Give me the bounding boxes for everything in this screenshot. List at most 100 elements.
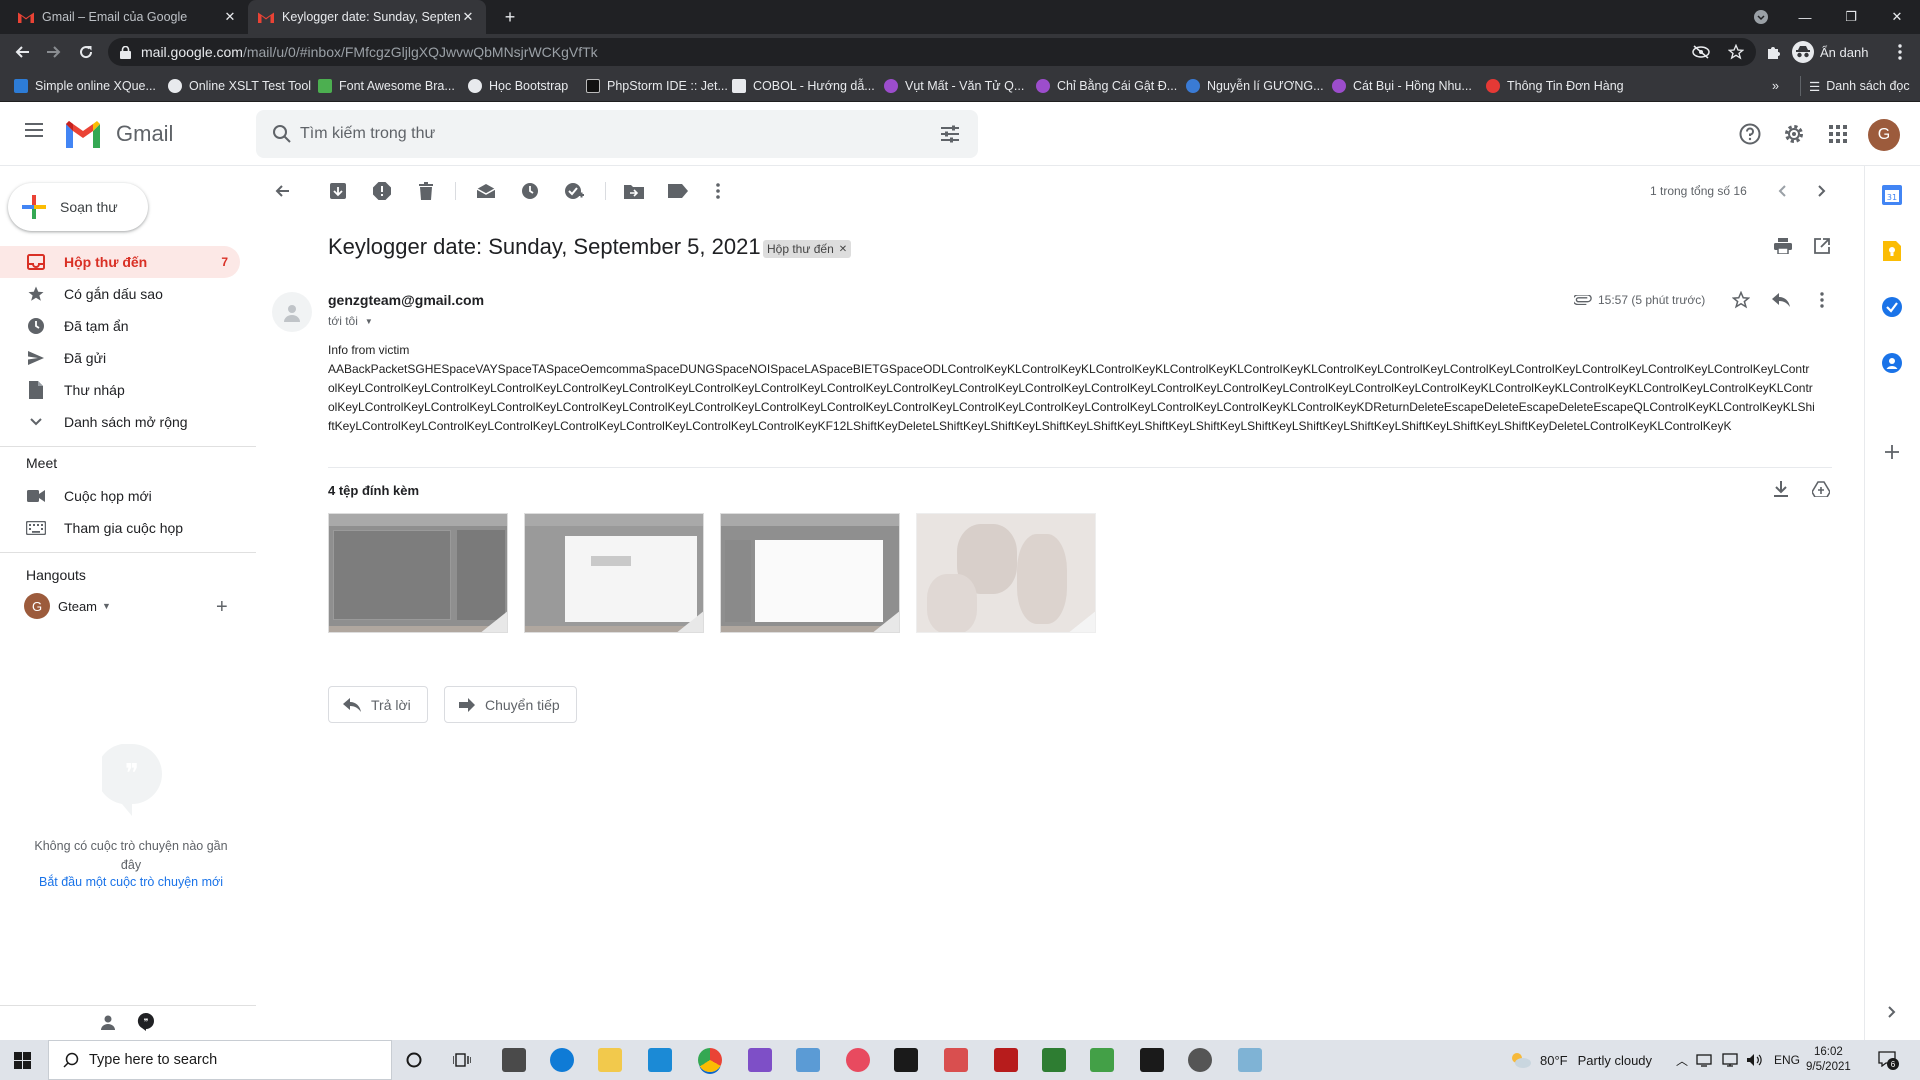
sidebar-item-snoozed[interactable]: Đã tạm ẩn bbox=[0, 310, 240, 342]
forward-icon[interactable] bbox=[42, 40, 66, 64]
star-message-icon[interactable] bbox=[1732, 291, 1750, 309]
sender-avatar[interactable] bbox=[272, 292, 312, 332]
restore-button[interactable]: ❐ bbox=[1828, 0, 1874, 34]
taskbar-security-shield-icon[interactable] bbox=[1140, 1048, 1164, 1072]
mark-unread-icon[interactable] bbox=[474, 179, 498, 203]
taskbar-chrome-icon[interactable] bbox=[698, 1048, 722, 1072]
taskbar-app-icon[interactable] bbox=[1238, 1048, 1262, 1072]
bookmark-item[interactable]: Online XSLT Test Tool bbox=[168, 76, 311, 96]
search-options-icon[interactable] bbox=[940, 125, 960, 143]
taskbar-terminal-icon[interactable] bbox=[894, 1048, 918, 1072]
taskbar-clock[interactable]: 16:02 9/5/2021 bbox=[1806, 1040, 1851, 1080]
archive-icon[interactable] bbox=[326, 179, 350, 203]
tray-volume-icon[interactable] bbox=[1746, 1040, 1762, 1080]
tab-keylogger[interactable]: Keylogger date: Sunday, Septem ✕ bbox=[248, 0, 486, 34]
search-icon[interactable] bbox=[272, 124, 292, 144]
bookmark-item[interactable]: COBOL - Hướng dẫ... bbox=[732, 76, 875, 96]
bookmarks-overflow-button[interactable]: » bbox=[1772, 76, 1779, 96]
get-addons-plus-icon[interactable] bbox=[1880, 440, 1904, 464]
taskbar-tools-icon[interactable] bbox=[796, 1048, 820, 1072]
bookmark-star-icon[interactable] bbox=[1728, 44, 1744, 60]
bookmark-item[interactable]: Nguyễn lí GƯƠNG... bbox=[1186, 76, 1324, 96]
sidebar-item-drafts[interactable]: Thư nháp bbox=[0, 374, 240, 406]
forward-button[interactable]: Chuyển tiếp bbox=[444, 686, 577, 723]
report-spam-icon[interactable] bbox=[370, 179, 394, 203]
inbox-label-chip[interactable]: Hộp thư đến ✕ bbox=[763, 240, 852, 258]
taskbar-app-icon[interactable] bbox=[944, 1048, 968, 1072]
cortana-circle-icon[interactable] bbox=[406, 1052, 422, 1068]
bookmark-item[interactable]: Học Bootstrap bbox=[468, 76, 568, 96]
meet-join-meeting[interactable]: Tham gia cuộc họp bbox=[0, 512, 240, 544]
move-to-folder-icon[interactable] bbox=[622, 179, 646, 203]
incognito-profile[interactable]: Ẩn danh bbox=[1792, 39, 1868, 65]
chrome-menu-icon[interactable] bbox=[1888, 40, 1912, 64]
taskbar-edge-icon[interactable] bbox=[550, 1048, 574, 1072]
bookmark-item[interactable]: Thông Tin Đơn Hàng bbox=[1486, 76, 1624, 96]
tasks-icon[interactable] bbox=[1880, 295, 1904, 319]
taskbar-snipping-icon[interactable] bbox=[846, 1048, 870, 1072]
taskbar-search-box[interactable]: Type here to search bbox=[48, 1040, 392, 1080]
taskbar-app-icon[interactable] bbox=[994, 1048, 1018, 1072]
older-chevron-right-icon[interactable] bbox=[1810, 179, 1834, 203]
search-bar[interactable] bbox=[256, 110, 978, 158]
sidebar-item-more[interactable]: Danh sách mở rộng bbox=[0, 406, 240, 438]
taskbar-store-app-icon[interactable] bbox=[502, 1048, 526, 1072]
taskbar-visual-studio-icon[interactable] bbox=[748, 1048, 772, 1072]
attachment-thumbnail[interactable] bbox=[916, 513, 1096, 633]
reload-icon[interactable] bbox=[74, 40, 98, 64]
compose-button[interactable]: Soạn thư bbox=[8, 183, 148, 231]
recipient-line[interactable]: tới tôi ▼ bbox=[328, 314, 373, 328]
search-input[interactable] bbox=[300, 125, 900, 143]
reply-button[interactable]: Trả lời bbox=[328, 686, 428, 723]
hangouts-chat-icon[interactable]: ❞ bbox=[137, 1013, 155, 1031]
taskbar-app-icon[interactable] bbox=[1042, 1048, 1066, 1072]
attachment-thumbnail[interactable] bbox=[524, 513, 704, 633]
start-conversation-link[interactable]: Bắt đầu một cuộc trò chuyện mới bbox=[24, 875, 238, 889]
bookmark-item[interactable]: Cát Bụi - Hồng Nhu... bbox=[1332, 76, 1472, 96]
help-icon[interactable] bbox=[1734, 118, 1766, 150]
calendar-icon[interactable]: 31 bbox=[1880, 183, 1904, 207]
add-hangout-plus-icon[interactable]: + bbox=[216, 596, 228, 619]
incognito-eye-off-icon[interactable] bbox=[1692, 45, 1710, 59]
attachment-thumbnail[interactable] bbox=[328, 513, 508, 633]
show-side-panel-chevron-icon[interactable] bbox=[1880, 1000, 1904, 1024]
bookmark-item[interactable]: Font Awesome Bra... bbox=[318, 76, 455, 96]
bookmark-item[interactable]: PhpStorm IDE :: Jet... bbox=[586, 76, 728, 96]
attachment-thumbnail[interactable] bbox=[720, 513, 900, 633]
input-language[interactable]: ENG bbox=[1774, 1040, 1800, 1080]
remove-label-icon[interactable]: ✕ bbox=[839, 244, 847, 255]
tab-gmail[interactable]: Gmail – Email của Google ✕ bbox=[8, 0, 248, 34]
gmail-logo[interactable]: Gmail bbox=[64, 120, 173, 148]
reading-list-button[interactable]: ☰ Danh sách đọc bbox=[1800, 76, 1910, 96]
weather-widget[interactable]: 80°F Partly cloudy bbox=[1510, 1040, 1652, 1080]
newer-chevron-left-icon[interactable] bbox=[1770, 179, 1794, 203]
address-bar[interactable]: mail.google.com/mail/u/0/#inbox/FMfcgzGl… bbox=[108, 38, 1756, 66]
person-icon[interactable] bbox=[100, 1014, 116, 1030]
tab-search-icon[interactable] bbox=[1738, 0, 1784, 34]
bookmark-item[interactable]: Chỉ Bằng Cái Gật Đ... bbox=[1036, 76, 1177, 96]
minimize-button[interactable]: — bbox=[1782, 0, 1828, 34]
label-tag-icon[interactable] bbox=[666, 179, 690, 203]
sidebar-item-sent[interactable]: Đã gửi bbox=[0, 342, 240, 374]
bookmark-item[interactable]: Simple online XQue... bbox=[14, 76, 156, 96]
tray-display-icon[interactable] bbox=[1722, 1040, 1738, 1080]
windows-start-icon[interactable] bbox=[14, 1052, 31, 1069]
tray-chevron-up-icon[interactable]: ︿ bbox=[1676, 1040, 1688, 1080]
back-icon[interactable] bbox=[10, 40, 34, 64]
taskbar-file-explorer-icon[interactable] bbox=[598, 1048, 622, 1072]
taskbar-mail-icon[interactable] bbox=[648, 1048, 672, 1072]
reply-icon[interactable] bbox=[1772, 293, 1790, 307]
keep-icon[interactable] bbox=[1880, 239, 1904, 263]
new-tab-button[interactable]: + bbox=[498, 5, 522, 29]
bookmark-item[interactable]: Vụt Mất - Văn Tử Q... bbox=[884, 76, 1024, 96]
taskbar-chart-app-icon[interactable] bbox=[1090, 1048, 1114, 1072]
close-window-button[interactable]: ✕ bbox=[1874, 0, 1920, 34]
contacts-icon[interactable] bbox=[1880, 351, 1904, 375]
print-icon[interactable] bbox=[1774, 238, 1792, 254]
sidebar-item-starred[interactable]: Có gắn dấu sao bbox=[0, 278, 240, 310]
extensions-puzzle-icon[interactable] bbox=[1762, 40, 1786, 64]
tab-close-icon[interactable]: ✕ bbox=[460, 9, 476, 25]
sender-email[interactable]: genzgteam@gmail.com bbox=[328, 292, 484, 308]
save-to-drive-icon[interactable] bbox=[1812, 481, 1830, 497]
taskbar-settings-icon[interactable] bbox=[1188, 1048, 1212, 1072]
